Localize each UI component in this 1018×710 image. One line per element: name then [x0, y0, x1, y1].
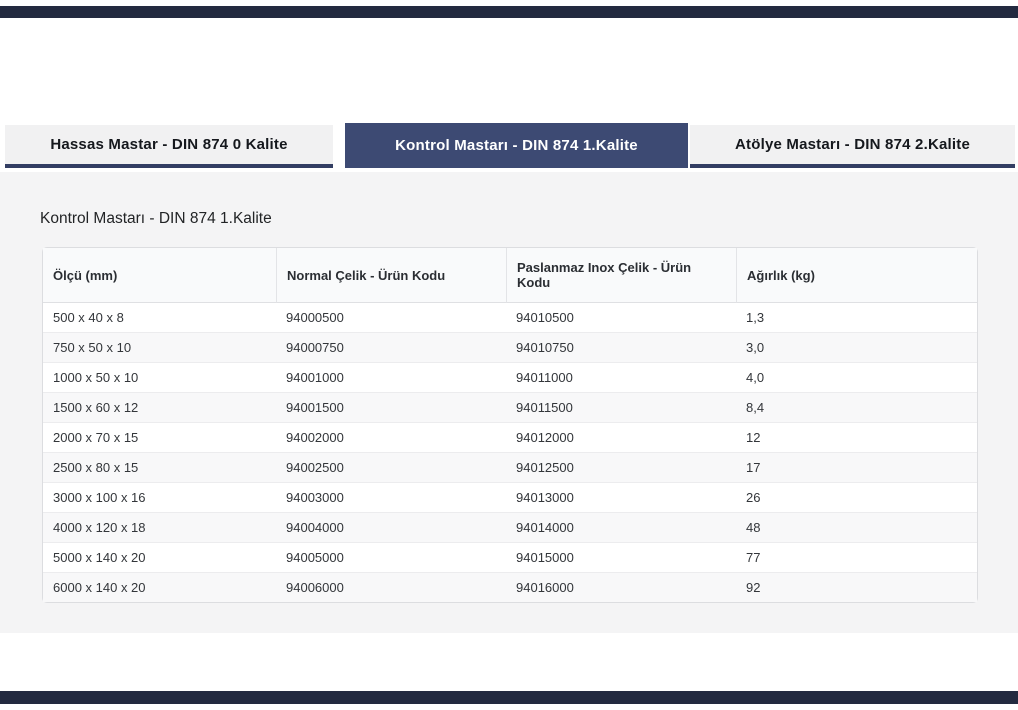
table-row: 1000 x 50 x 1094001000940110004,0 — [43, 362, 977, 392]
table-cell: 6000 x 140 x 20 — [43, 572, 276, 602]
tab-panel: Kontrol Mastarı - DIN 874 1.Kalite Ölçü … — [0, 172, 1018, 633]
tab[interactable]: Atölye Mastarı - DIN 874 2.Kalite — [690, 125, 1015, 168]
table-cell: 94016000 — [506, 572, 736, 602]
table-cell: 1500 x 60 x 12 — [43, 392, 276, 422]
table-cell: 94013000 — [506, 482, 736, 512]
table-cell: 94000750 — [276, 332, 506, 362]
table-cell: 4000 x 120 x 18 — [43, 512, 276, 542]
table-row: 2000 x 70 x 15940020009401200012 — [43, 422, 977, 452]
bottom-section-edge — [0, 691, 1018, 704]
table-cell: 94001000 — [276, 362, 506, 392]
table-cell: 94011500 — [506, 392, 736, 422]
table-cell: 94012000 — [506, 422, 736, 452]
table-cell: 4,0 — [736, 362, 977, 392]
table-cell: 94015000 — [506, 542, 736, 572]
table-cell: 500 x 40 x 8 — [43, 303, 276, 332]
table-cell: 92 — [736, 572, 977, 602]
spec-table-body: 500 x 40 x 894000500940105001,3750 x 50 … — [43, 303, 977, 602]
table-cell: 94001500 — [276, 392, 506, 422]
table-cell: 8,4 — [736, 392, 977, 422]
table-cell: 94006000 — [276, 572, 506, 602]
table-cell: 94012500 — [506, 452, 736, 482]
header-row: Ölçü (mm)Normal Çelik - Ürün KoduPaslanm… — [43, 248, 977, 303]
panel-heading: Kontrol Mastarı - DIN 874 1.Kalite — [40, 210, 272, 228]
table-cell: 94014000 — [506, 512, 736, 542]
tab[interactable]: Hassas Mastar - DIN 874 0 Kalite — [5, 125, 333, 168]
tab-bar: Hassas Mastar - DIN 874 0 Kalite Kontrol … — [0, 123, 1018, 168]
table-cell: 94002000 — [276, 422, 506, 452]
table-row: 2500 x 80 x 15940025009401250017 — [43, 452, 977, 482]
table-cell: 94003000 — [276, 482, 506, 512]
spec-table-header: Ölçü (mm)Normal Çelik - Ürün KoduPaslanm… — [43, 248, 977, 303]
table-cell: 94005000 — [276, 542, 506, 572]
tab[interactable]: Kontrol Mastarı - DIN 874 1.Kalite — [345, 123, 688, 168]
table-cell: 94000500 — [276, 303, 506, 332]
table-cell: 1000 x 50 x 10 — [43, 362, 276, 392]
table-cell: 5000 x 140 x 20 — [43, 542, 276, 572]
spec-table: Ölçü (mm)Normal Çelik - Ürün KoduPaslanm… — [42, 247, 978, 603]
table-cell: 12 — [736, 422, 977, 452]
table-cell: 17 — [736, 452, 977, 482]
table-cell: 94002500 — [276, 452, 506, 482]
table-cell: 2000 x 70 x 15 — [43, 422, 276, 452]
table-cell: 26 — [736, 482, 977, 512]
table-cell: 48 — [736, 512, 977, 542]
column-header: Paslanmaz Inox Çelik - Ürün Kodu — [506, 248, 736, 303]
column-header: Ölçü (mm) — [43, 248, 276, 303]
table-row: 3000 x 100 x 16940030009401300026 — [43, 482, 977, 512]
table-row: 5000 x 140 x 20940050009401500077 — [43, 542, 977, 572]
table-cell: 94011000 — [506, 362, 736, 392]
table-row: 1500 x 60 x 1294001500940115008,4 — [43, 392, 977, 422]
table-cell: 2500 x 80 x 15 — [43, 452, 276, 482]
table-row: 750 x 50 x 1094000750940107503,0 — [43, 332, 977, 362]
column-header: Normal Çelik - Ürün Kodu — [276, 248, 506, 303]
table-cell: 3000 x 100 x 16 — [43, 482, 276, 512]
table-cell: 94010500 — [506, 303, 736, 332]
table-cell: 3,0 — [736, 332, 977, 362]
column-header: Ağırlık (kg) — [736, 248, 977, 303]
table-cell: 94004000 — [276, 512, 506, 542]
table-row: 6000 x 140 x 20940060009401600092 — [43, 572, 977, 602]
top-section-edge — [0, 6, 1018, 18]
table-cell: 1,3 — [736, 303, 977, 332]
spec-table-container: Ölçü (mm)Normal Çelik - Ürün KoduPaslanm… — [42, 247, 977, 603]
table-row: 4000 x 120 x 18940040009401400048 — [43, 512, 977, 542]
table-cell: 94010750 — [506, 332, 736, 362]
table-cell: 77 — [736, 542, 977, 572]
table-row: 500 x 40 x 894000500940105001,3 — [43, 303, 977, 332]
table-cell: 750 x 50 x 10 — [43, 332, 276, 362]
